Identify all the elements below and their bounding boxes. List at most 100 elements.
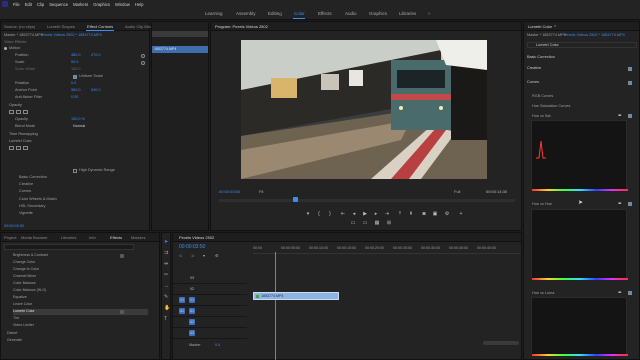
lumetri-sequence-label[interactable]: Pexels Videos 2502 * 1853774.MP4: [564, 33, 625, 39]
eyedropper-icon[interactable]: ✒: [618, 113, 622, 119]
timeline-sequence-tab[interactable]: Pexels Videos 2502: [179, 235, 214, 240]
lumetri-mask-pen-icon[interactable]: [23, 146, 28, 150]
pen-tool-icon[interactable]: ✎: [164, 294, 168, 300]
section-basic-correction[interactable]: Basic Correction: [19, 175, 47, 181]
opacity-label[interactable]: Opacity: [9, 103, 22, 109]
workspace-effects[interactable]: Effects: [318, 11, 332, 16]
timeline-settings-icon[interactable]: ⚙: [215, 253, 219, 258]
eyedropper-icon[interactable]: ✒: [618, 290, 622, 296]
snap-icon[interactable]: ⊂: [179, 253, 182, 258]
workspace-color[interactable]: Color: [294, 11, 305, 16]
uniform-scale-checkbox[interactable]: [73, 75, 77, 79]
menu-sequence[interactable]: Sequence: [49, 2, 68, 7]
reset-scale-icon[interactable]: [141, 61, 145, 65]
proxy-toggle-icon[interactable]: ▭: [350, 220, 356, 226]
export-frame-icon[interactable]: ◙: [421, 211, 427, 217]
go-to-in-icon[interactable]: ⇤: [340, 211, 346, 217]
lumetri-mask-ellipse-icon[interactable]: [9, 146, 14, 150]
rgb-curves-section[interactable]: RGB Curves: [532, 94, 553, 100]
workspace-assembly[interactable]: Assembly: [236, 11, 256, 16]
hue-vs-sat-checkbox[interactable]: [628, 114, 632, 118]
effect-controls-mini-timeline[interactable]: 1853774.MP4: [151, 21, 209, 231]
effect-equalize[interactable]: Equalize: [13, 295, 148, 301]
timeline-zoom-scrollbar[interactable]: [483, 341, 519, 345]
lumetri-effect-select[interactable]: Lumetri Color: [527, 42, 637, 48]
menu-clip[interactable]: Clip: [37, 2, 44, 7]
add-button-icon[interactable]: +: [458, 211, 464, 217]
lumetri-curves[interactable]: Curves: [527, 80, 539, 86]
effect-color-balance-hls[interactable]: Color Balance (HLS): [13, 288, 148, 294]
program-current-timecode[interactable]: 00:00:03:50: [219, 189, 240, 194]
hand-tool-icon[interactable]: ✋: [164, 305, 170, 311]
effect-controls-timecode[interactable]: 00:00:03:50: [4, 224, 24, 230]
vr-video-icon[interactable]: ▭: [362, 220, 368, 226]
menu-edit[interactable]: Edit: [25, 2, 32, 7]
safe-margins-icon[interactable]: ⊞: [386, 220, 392, 226]
hue-vs-luma-graph[interactable]: [531, 297, 628, 356]
section-creative[interactable]: Creative: [19, 182, 33, 188]
effect-color-balance[interactable]: Color Balance: [13, 281, 148, 287]
source-patch-v1[interactable]: V1: [179, 297, 185, 303]
menu-file[interactable]: File: [13, 2, 20, 7]
lumetri-mask-rect-icon[interactable]: [16, 146, 21, 150]
master-track-value[interactable]: 0.0: [215, 343, 220, 347]
workspace-learning[interactable]: Learning: [205, 11, 223, 16]
tab-media-browser[interactable]: Media Browser: [21, 235, 48, 240]
tab-effect-controls[interactable]: Effect Controls: [87, 24, 113, 29]
ripple-edit-tool-icon[interactable]: ⇹: [164, 261, 168, 267]
type-tool-icon[interactable]: T: [164, 316, 167, 322]
mini-timeline-clip-bar[interactable]: 1853774.MP4: [152, 46, 208, 53]
program-monitor-title[interactable]: Program: Pexels Videos 2502: [215, 24, 268, 29]
resolution-full-select[interactable]: Full: [454, 189, 460, 194]
workspace-audio[interactable]: Audio: [345, 11, 357, 16]
step-back-icon[interactable]: ◂: [351, 211, 357, 217]
master-clip-label[interactable]: Master * 1853774.MP4: [4, 33, 43, 39]
track-label[interactable]: A2: [189, 319, 195, 325]
blend-mode-select[interactable]: Normal: [73, 124, 85, 130]
mask-rect-icon[interactable]: [16, 110, 21, 114]
section-color-wheels[interactable]: Color Wheels & Match: [19, 197, 57, 203]
track-label[interactable]: V3: [189, 275, 195, 281]
effects-search-input[interactable]: [4, 244, 134, 250]
menu-markers[interactable]: Markers: [73, 2, 88, 7]
hue-vs-luma-checkbox[interactable]: [628, 291, 632, 295]
lumetri-color-label[interactable]: Lumetri Color: [9, 139, 32, 145]
lumetri-master-label[interactable]: Master * 1853774.MP4: [527, 33, 566, 39]
menu-help[interactable]: Help: [135, 2, 144, 7]
tab-effects[interactable]: Effects: [110, 235, 122, 240]
play-icon[interactable]: ▶: [362, 211, 368, 217]
menu-window[interactable]: Window: [115, 2, 130, 7]
selection-tool-icon[interactable]: ➤: [164, 239, 168, 245]
mask-pen-icon[interactable]: [23, 110, 28, 114]
section-vignette[interactable]: Vignette: [19, 211, 33, 217]
tab-lumetri-scopes[interactable]: Lumetri Scopes: [47, 24, 75, 29]
track-select-tool-icon[interactable]: ⇉: [164, 250, 168, 256]
hue-vs-sat-graph[interactable]: [531, 120, 628, 191]
timeline-ruler[interactable]: 00:00 00:00:05:00 00:00:10:00 00:00:15:0…: [253, 245, 521, 254]
extract-icon[interactable]: ⇞: [408, 211, 414, 217]
anchor-y-value[interactable]: 540.0: [91, 88, 101, 94]
effect-brightness-contrast[interactable]: Brightness & Contrast: [13, 253, 148, 259]
effect-leave-color[interactable]: Leave Color: [13, 302, 148, 308]
workspace-libraries[interactable]: Libraries: [399, 11, 416, 16]
comparison-view-icon[interactable]: ▣: [432, 211, 438, 217]
motion-label[interactable]: Motion: [9, 46, 20, 52]
effect-channel-mixer[interactable]: Channel Mixer: [13, 274, 148, 280]
timeline-timecode[interactable]: 00:00:03:50: [179, 244, 205, 250]
rotation-value[interactable]: 0.0: [71, 81, 76, 87]
lumetri-panel-title[interactable]: Lumetri Color: [528, 24, 552, 29]
hdr-checkbox[interactable]: [73, 169, 77, 173]
opacity-value[interactable]: 100.0 %: [71, 117, 85, 123]
tab-source[interactable]: Source: (no clips): [4, 24, 35, 29]
step-forward-icon[interactable]: ▸: [373, 211, 379, 217]
program-scrub-bar[interactable]: [219, 199, 515, 202]
slip-tool-icon[interactable]: ↔: [164, 283, 169, 289]
scale-value[interactable]: 50.0: [71, 60, 78, 66]
anchor-x-value[interactable]: 960.0: [71, 88, 81, 94]
lift-icon[interactable]: ⇡: [397, 211, 403, 217]
hue-sat-curves-section[interactable]: Hue Saturation Curves: [532, 104, 570, 110]
timeline-clip[interactable]: 1853774.MP4: [253, 292, 339, 300]
multi-camera-icon[interactable]: ▦: [374, 220, 380, 226]
playhead-icon[interactable]: [293, 197, 298, 202]
mark-in-icon[interactable]: {: [316, 211, 322, 217]
